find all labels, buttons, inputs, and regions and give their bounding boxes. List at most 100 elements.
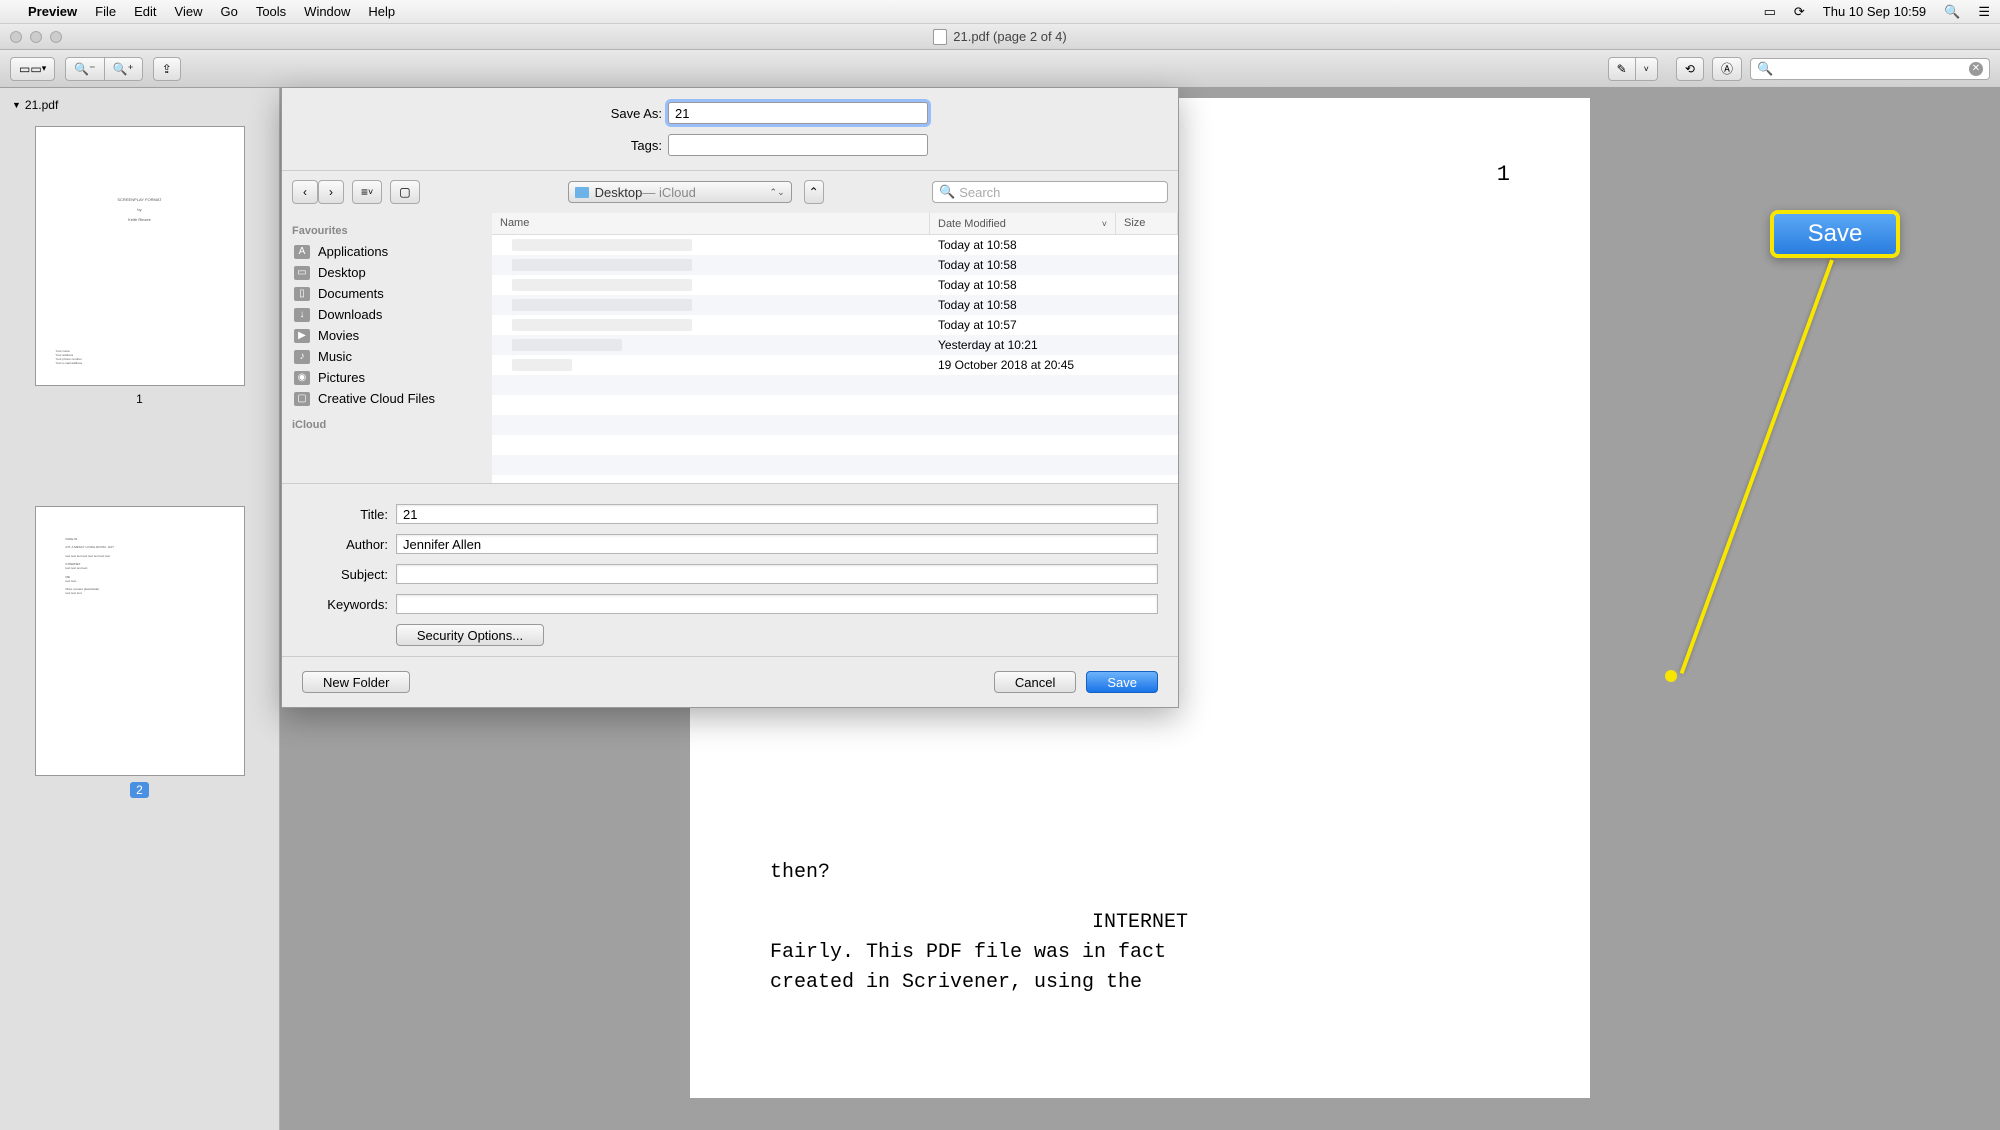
zoom-in-button[interactable]: 🔍⁺ [105,57,143,81]
clock[interactable]: Thu 10 Sep 10:59 [1823,4,1926,19]
app-menu[interactable]: Preview [28,4,77,19]
thumbnail-page-1[interactable]: SCREENPLAY FORMATbyKeith Rinzee Your nam… [35,126,245,386]
spotlight-icon[interactable]: 🔍 [1944,4,1960,20]
menu-edit[interactable]: Edit [134,4,156,19]
author-label: Author: [302,537,388,552]
sidebar-filename: 21.pdf [25,98,58,112]
file-row [492,455,1178,475]
keywords-input[interactable] [396,594,1158,614]
doc-line: then? [770,858,1510,888]
zoom-window-button[interactable] [50,31,62,43]
menu-view[interactable]: View [175,4,203,19]
file-row [492,395,1178,415]
close-window-button[interactable] [10,31,22,43]
icloud-header: iCloud [292,419,482,431]
rotate-button[interactable]: ⟲ [1676,57,1704,81]
file-row [492,375,1178,395]
fav-movies[interactable]: ▶Movies [292,325,482,346]
file-row[interactable]: Today at 10:58 [492,255,1178,275]
title-input[interactable] [396,504,1158,524]
favourites-header: Favourites [292,225,482,237]
disclosure-triangle-icon[interactable]: ▼ [12,100,21,110]
downloads-icon: ↓ [294,308,310,322]
fav-creative-cloud[interactable]: ▢Creative Cloud Files [292,388,482,409]
markup-button[interactable]: ✎ [1608,57,1636,81]
save-button[interactable]: Save [1086,671,1158,693]
author-input[interactable] [396,534,1158,554]
documents-icon: ▯ [294,287,310,301]
browser-search[interactable]: 🔍 Search [932,181,1168,203]
location-sub: — iCloud [642,185,695,200]
menu-go[interactable]: Go [220,4,237,19]
markup-dropdown-button[interactable]: ˅ [1636,57,1658,81]
document-icon [933,29,947,45]
search-icon: 🔍 [1757,61,1773,77]
view-options-button[interactable]: ≡ ˅ [352,180,382,204]
menu-file[interactable]: File [95,4,116,19]
subject-input[interactable] [396,564,1158,584]
screen-mirror-icon[interactable]: ▭ [1764,4,1776,20]
file-row[interactable]: Today at 10:58 [492,235,1178,255]
toolbar: ▭▭ ▾ 🔍⁻ 🔍⁺ ⇪ ✎ ˅ ⟲ Ⓐ 🔍 ✕ [0,50,2000,88]
keywords-label: Keywords: [302,597,388,612]
search-icon: 🔍 [939,184,955,200]
menubar: Preview File Edit View Go Tools Window H… [0,0,2000,24]
sidebar-doc-header[interactable]: ▼ 21.pdf [8,96,271,114]
music-icon: ♪ [294,350,310,364]
zoom-out-button[interactable]: 🔍⁻ [65,57,104,81]
security-options-button[interactable]: Security Options... [396,624,544,646]
file-row[interactable]: Yesterday at 10:21 [492,335,1178,355]
clear-search-icon[interactable]: ✕ [1969,62,1983,76]
window-titlebar: 21.pdf (page 2 of 4) [0,24,2000,50]
fav-downloads[interactable]: ↓Downloads [292,304,482,325]
minimize-window-button[interactable] [30,31,42,43]
column-name[interactable]: Name [492,213,930,234]
file-row[interactable]: Today at 10:58 [492,275,1178,295]
callout-save-label: Save [1770,210,1900,258]
file-list: Name Date Modified ˅ Size Today at 10:58… [492,213,1178,483]
group-button[interactable]: ▢ [390,180,419,204]
movies-icon: ▶ [294,329,310,343]
fav-applications[interactable]: AApplications [292,241,482,262]
window-title: 21.pdf (page 2 of 4) [953,29,1066,44]
location-popup[interactable]: Desktop — iCloud ⌃⌄ [568,181,792,203]
highlight-button[interactable]: Ⓐ [1712,57,1742,81]
pictures-icon: ◉ [294,371,310,385]
save-as-label: Save As: [532,106,662,121]
desktop-icon: ▭ [294,266,310,280]
column-size[interactable]: Size [1116,213,1178,234]
back-button[interactable]: ‹ [292,180,318,204]
thumbnail-sidebar: ▼ 21.pdf SCREENPLAY FORMATbyKeith Rinzee… [0,88,280,1130]
applications-icon: A [294,245,310,259]
fav-desktop[interactable]: ▭Desktop [292,262,482,283]
callout-dot [1665,670,1677,682]
notification-center-icon[interactable]: ☰ [1978,4,1990,20]
fav-documents[interactable]: ▯Documents [292,283,482,304]
thumbnail-page-2[interactable]: FADE IN:INT. A MESSY LIVING ROOM - DAYte… [35,506,245,776]
menu-tools[interactable]: Tools [256,4,286,19]
toolbar-search[interactable]: 🔍 ✕ [1750,58,1990,80]
menu-help[interactable]: Help [368,4,395,19]
share-button[interactable]: ⇪ [153,57,181,81]
new-folder-button[interactable]: New Folder [302,671,410,693]
file-row [492,415,1178,435]
cancel-button[interactable]: Cancel [994,671,1076,693]
save-as-input[interactable] [668,102,928,124]
popup-arrows-icon: ⌃⌄ [770,187,785,198]
page-1-label: 1 [8,392,271,406]
file-row[interactable]: Today at 10:58 [492,295,1178,315]
subject-label: Subject: [302,567,388,582]
fav-pictures[interactable]: ◉Pictures [292,367,482,388]
file-row[interactable]: 19 October 2018 at 20:45 [492,355,1178,375]
sidebar-view-button[interactable]: ▭▭ ▾ [10,57,55,81]
sort-indicator-icon: ˅ [1102,219,1107,229]
file-row[interactable]: Today at 10:57 [492,315,1178,335]
fav-music[interactable]: ♪Music [292,346,482,367]
collapse-button[interactable]: ⌃ [804,180,824,204]
column-date[interactable]: Date Modified ˅ [930,213,1116,234]
menu-window[interactable]: Window [304,4,350,19]
forward-button[interactable]: › [318,180,344,204]
title-label: Title: [302,507,388,522]
time-machine-icon[interactable]: ⟳ [1794,4,1805,20]
tags-input[interactable] [668,134,928,156]
